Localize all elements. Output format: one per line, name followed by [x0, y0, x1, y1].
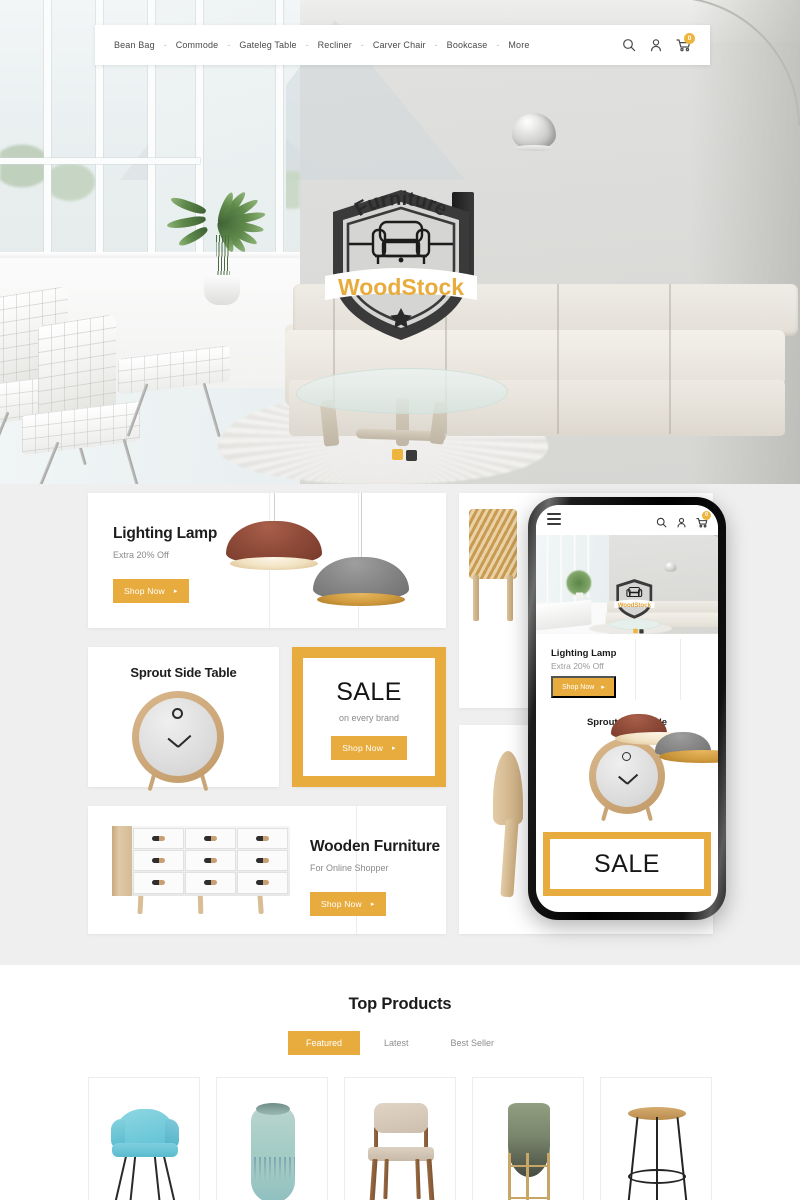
lamp-card-title: Lighting Lamp	[113, 525, 218, 542]
phone-lamp-shop-now-button[interactable]: Shop Now ▸	[551, 676, 616, 698]
chevron-right-icon: ▸	[370, 900, 375, 908]
hero-banner: Bean Bag - Commode - Gateleg Table - Rec…	[0, 0, 800, 484]
page-root: Bean Bag - Commode - Gateleg Table - Rec…	[0, 0, 800, 1200]
phone-lamp-shop-now-label: Shop Now	[562, 683, 595, 691]
sprout-card-title: Sprout Side Table	[130, 665, 237, 680]
phone-icon-group: 0	[656, 510, 711, 528]
tab-featured[interactable]: Featured	[287, 1031, 360, 1055]
nav-item-gateleg-table[interactable]: Gateleg Table	[239, 40, 296, 50]
chevron-right-icon: ▸	[173, 587, 178, 595]
nav-separator: -	[360, 40, 364, 50]
hamburger-menu-icon[interactable]	[547, 512, 561, 528]
clock-knob	[172, 708, 183, 719]
promo-card-wooden-furniture[interactable]: Wooden Furniture For Online Shopper Shop…	[88, 806, 446, 934]
phone-search-icon[interactable]	[656, 515, 667, 527]
nav-separator: -	[434, 40, 438, 50]
wooden-card-text: Wooden Furniture For Online Shopper Shop…	[310, 838, 440, 916]
green-glass-vase-stand-image	[482, 1091, 574, 1200]
arc-lamp-shade	[512, 113, 556, 151]
svg-text:WoodStock: WoodStock	[618, 603, 652, 609]
phone-clock-image	[589, 738, 665, 822]
round-wooden-clock-image	[132, 691, 224, 792]
wooden-dresser-image	[112, 826, 290, 918]
wooden-card-title: Wooden Furniture	[310, 838, 440, 855]
product-grid	[0, 1077, 800, 1200]
search-icon[interactable]	[622, 38, 636, 52]
mobile-phone-mockup: 0 WoodStock Lighting Lamp Extra 20% Off …	[528, 497, 726, 920]
nav-item-more[interactable]: More	[508, 40, 529, 50]
color-swatch-yellow	[392, 449, 403, 460]
phone-screen: 0 WoodStock Lighting Lamp Extra 20% Off …	[536, 505, 718, 912]
lamp-shop-now-button[interactable]: Shop Now ▸	[113, 579, 189, 603]
phone-promo-card-sale[interactable]: SALE	[543, 832, 711, 896]
plant-pot	[204, 275, 240, 305]
nav-item-commode[interactable]: Commode	[176, 40, 219, 50]
glass-coffee-table	[296, 368, 508, 448]
nav-separator: -	[227, 40, 231, 50]
product-card-teal-vase[interactable]	[216, 1077, 328, 1200]
woodstock-logo-badge[interactable]: Furniture WoodStock	[315, 168, 487, 346]
nav-separator: -	[305, 40, 309, 50]
teal-armchair-image	[98, 1091, 190, 1200]
promo-card-sale[interactable]: SALE on every brand Shop Now ▸	[292, 647, 446, 787]
sale-card-subtitle: on every brand	[338, 713, 400, 723]
teal-ceramic-vase-image	[226, 1091, 318, 1200]
phone-user-icon[interactable]	[676, 515, 687, 527]
phone-promo-card-lamp[interactable]: Lighting Lamp Extra 20% Off Shop Now ▸	[543, 639, 718, 763]
lamp-card-text: Lighting Lamp Extra 20% Off Shop Now ▸	[113, 525, 217, 603]
tab-latest[interactable]: Latest	[366, 1031, 427, 1055]
phone-lamp-subtitle: Extra 20% Off	[551, 661, 604, 671]
promo-section: Lighting Lamp Extra 20% Off Shop Now ▸ S…	[0, 484, 800, 965]
logo-brand-text: WoodStock	[338, 274, 464, 300]
potted-palm-plant	[166, 163, 272, 305]
product-card-green-glass-vase[interactable]	[472, 1077, 584, 1200]
top-products-heading: Top Products	[348, 995, 452, 1013]
phone-sale-title: SALE	[594, 849, 660, 878]
product-card-bar-stool[interactable]	[600, 1077, 712, 1200]
wooden-chair-leg-image	[493, 751, 523, 825]
cart-icon[interactable]: 0	[676, 33, 695, 52]
tab-best-seller[interactable]: Best Seller	[433, 1031, 513, 1055]
phone-hero-image: WoodStock	[536, 535, 718, 634]
promo-card-lighting-lamp[interactable]: Lighting Lamp Extra 20% Off Shop Now ▸	[88, 493, 446, 628]
phone-nav-bar: 0	[536, 505, 718, 535]
lamp-card-subtitle: Extra 20% Off	[113, 550, 169, 560]
nav-item-bookcase[interactable]: Bookcase	[447, 40, 488, 50]
metal-bar-stool-image	[610, 1091, 702, 1200]
nav-separator: -	[163, 40, 167, 50]
chevron-right-icon: ▸	[601, 684, 605, 691]
main-navigation-bar: Bean Bag - Commode - Gateleg Table - Rec…	[95, 25, 710, 65]
wooden-card-subtitle: For Online Shopper	[310, 863, 389, 873]
phone-cart-icon[interactable]: 0	[696, 510, 711, 528]
nav-item-carver-chair[interactable]: Carver Chair	[373, 40, 426, 50]
promo-card-sprout-side-table[interactable]: Sprout Side Table	[88, 647, 279, 792]
sale-shop-now-button[interactable]: Shop Now ▸	[331, 736, 407, 760]
cart-count-badge: 0	[684, 33, 695, 44]
wooden-shop-now-button[interactable]: Shop Now ▸	[310, 892, 386, 916]
nav-item-bean-bag[interactable]: Bean Bag	[114, 40, 155, 50]
color-swatch-dark	[406, 450, 417, 461]
phone-cart-count-badge: 0	[702, 510, 711, 520]
user-icon[interactable]	[649, 38, 663, 52]
product-card-wooden-chair[interactable]	[344, 1077, 456, 1200]
top-products-section: Top Products Featured Latest Best Seller	[0, 965, 800, 1200]
nav-icon-group: 0	[622, 33, 710, 52]
nav-item-recliner[interactable]: Recliner	[318, 40, 352, 50]
sale-shop-now-label: Shop Now	[342, 743, 384, 753]
product-card-teal-armchair[interactable]	[88, 1077, 200, 1200]
sale-card-title: SALE	[336, 678, 402, 706]
phone-lamp-title: Lighting Lamp	[551, 648, 617, 659]
nav-links: Bean Bag - Commode - Gateleg Table - Rec…	[95, 40, 622, 50]
nav-separator: -	[496, 40, 500, 50]
wooden-dining-chair-image	[354, 1091, 446, 1200]
product-filter-tabs: Featured Latest Best Seller	[0, 1031, 800, 1055]
palm-stems	[216, 235, 230, 279]
lamp-shop-now-label: Shop Now	[124, 586, 165, 596]
chevron-right-icon: ▸	[392, 744, 396, 752]
wooden-shop-now-label: Shop Now	[321, 899, 362, 909]
